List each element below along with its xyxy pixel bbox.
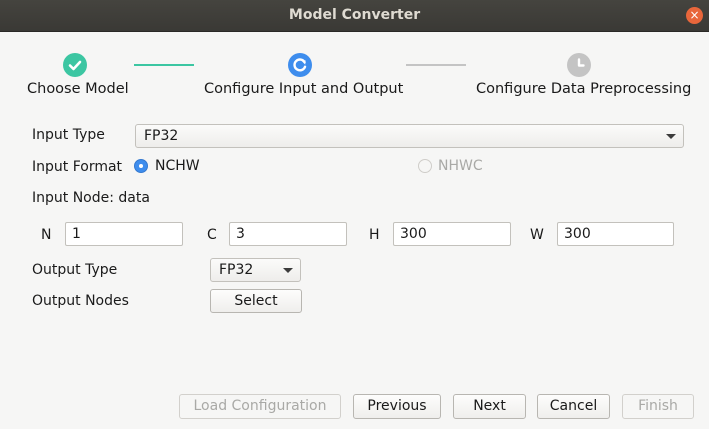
check-icon: [63, 53, 87, 77]
refresh-icon: [288, 53, 312, 77]
input-type-value: FP32: [144, 128, 179, 144]
output-type-dropdown[interactable]: FP32: [210, 258, 301, 282]
dim-w-label: W: [530, 227, 544, 243]
title-bar: Model Converter ×: [0, 0, 709, 32]
step-label-choose-model: Choose Model: [27, 81, 129, 97]
dim-n-input[interactable]: 1: [65, 222, 183, 246]
cancel-button[interactable]: Cancel: [537, 394, 610, 419]
chevron-down-icon: [666, 134, 676, 139]
window-title: Model Converter: [288, 7, 421, 23]
input-type-label: Input Type: [32, 127, 105, 143]
step-connector-1: [134, 64, 194, 66]
step-label-configure-io: Configure Input and Output: [204, 81, 404, 97]
dim-h-input[interactable]: 300: [393, 222, 511, 246]
step-connector-2: [406, 64, 466, 66]
input-format-label: Input Format: [32, 159, 123, 175]
output-type-label: Output Type: [32, 262, 118, 278]
previous-button[interactable]: Previous: [353, 394, 441, 419]
clock-icon: [567, 53, 591, 77]
dim-w-input[interactable]: 300: [557, 222, 674, 246]
dim-h-label: H: [369, 227, 380, 243]
next-button[interactable]: Next: [453, 394, 526, 419]
close-icon[interactable]: ×: [686, 7, 703, 24]
dim-c-label: C: [207, 227, 217, 243]
nchw-radio[interactable]: [134, 159, 148, 173]
load-configuration-button[interactable]: Load Configuration: [179, 394, 341, 419]
finish-button[interactable]: Finish: [622, 394, 694, 419]
nhwc-radio[interactable]: [418, 159, 432, 173]
input-type-dropdown[interactable]: FP32: [135, 124, 684, 148]
nchw-radio-label[interactable]: NCHW: [155, 158, 200, 174]
output-nodes-label: Output Nodes: [32, 293, 129, 309]
dim-c-input[interactable]: 3: [229, 222, 347, 246]
output-type-value: FP32: [219, 262, 254, 278]
nhwc-radio-label[interactable]: NHWC: [438, 158, 483, 174]
select-output-nodes-button[interactable]: Select: [210, 289, 302, 313]
dim-n-label: N: [41, 227, 52, 243]
step-label-configure-preprocessing: Configure Data Preprocessing: [476, 81, 692, 97]
chevron-down-icon: [283, 268, 293, 273]
input-node-label: Input Node: data: [32, 190, 150, 206]
